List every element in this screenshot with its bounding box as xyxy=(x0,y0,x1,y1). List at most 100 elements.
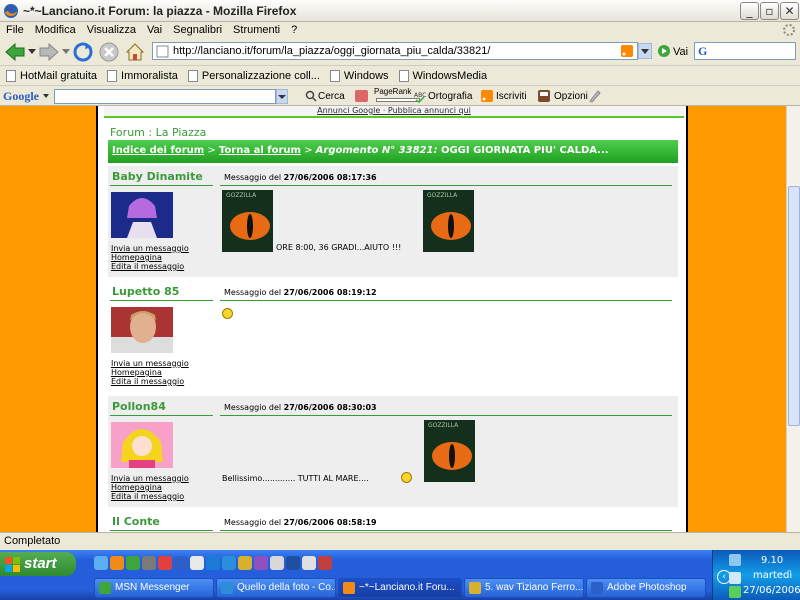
menu-strumenti[interactable]: Strumenti xyxy=(233,24,280,36)
quicklaunch-app-icon[interactable] xyxy=(254,556,268,570)
task-msn-messenger[interactable]: MSN Messenger xyxy=(94,578,214,598)
homepage-link[interactable]: Homepagina xyxy=(111,253,189,262)
google-news-icon[interactable] xyxy=(355,90,368,102)
stop-icon[interactable] xyxy=(98,41,120,63)
google-search-dropdown-icon[interactable] xyxy=(276,89,288,104)
edit-message-link[interactable]: Edita il messaggio xyxy=(111,492,189,501)
url-dropdown-icon[interactable] xyxy=(638,43,652,59)
post-author[interactable]: Baby Dinamite xyxy=(112,170,203,183)
vertical-scrollbar[interactable] xyxy=(786,106,800,532)
start-button[interactable]: start xyxy=(0,552,76,576)
post-author[interactable]: Lupetto 85 xyxy=(112,285,179,298)
author-divider xyxy=(110,415,213,416)
quicklaunch-firefox-icon[interactable] xyxy=(110,556,124,570)
quicklaunch-app-icon[interactable] xyxy=(126,556,140,570)
message-divider xyxy=(220,530,672,531)
window-title: ~*~Lanciano.it Forum: la piazza - Mozill… xyxy=(23,3,297,18)
clock-day: martedì xyxy=(753,570,793,581)
title-bar: ~*~Lanciano.it Forum: la piazza - Mozill… xyxy=(0,0,800,22)
quicklaunch-app-icon[interactable] xyxy=(174,556,188,570)
quicklaunch-app-icon[interactable] xyxy=(142,556,156,570)
quicklaunch-app-icon[interactable] xyxy=(286,556,300,570)
edit-message-link[interactable]: Edita il messaggio xyxy=(111,262,189,271)
send-message-link[interactable]: Invia un messaggio xyxy=(111,474,189,483)
homepage-link[interactable]: Homepagina xyxy=(111,483,189,492)
maximize-button[interactable]: ▫ xyxy=(760,2,779,20)
quicklaunch-word-icon[interactable] xyxy=(190,556,204,570)
menu-vai[interactable]: Vai xyxy=(147,24,162,36)
google-logo[interactable]: Google xyxy=(3,89,39,104)
pagerank-label[interactable]: PageRank xyxy=(374,87,411,96)
breadcrumb-index-link[interactable]: Indice dei forum xyxy=(112,145,204,156)
quicklaunch-app-icon[interactable] xyxy=(270,556,284,570)
google-search-icon[interactable] xyxy=(305,90,317,102)
edit-message-link[interactable]: Edita il messaggio xyxy=(111,377,189,386)
bookmark-icon xyxy=(107,69,118,82)
bookmark-hotmail[interactable]: HotMail gratuita xyxy=(6,69,97,82)
reload-icon[interactable] xyxy=(72,41,94,63)
tray-volume-icon[interactable] xyxy=(729,572,741,584)
minimize-button[interactable]: _ xyxy=(740,2,759,20)
quicklaunch-app-icon[interactable] xyxy=(238,556,252,570)
breadcrumb-back-link[interactable]: Torna al forum xyxy=(219,145,301,156)
go-button[interactable]: Vai xyxy=(673,46,688,58)
send-message-link[interactable]: Invia un messaggio xyxy=(111,244,189,253)
quicklaunch-ie-icon[interactable] xyxy=(206,556,220,570)
forum-title: Forum : La Piazza xyxy=(110,126,207,139)
google-menu-dropdown-icon[interactable] xyxy=(43,94,49,98)
forward-arrow-icon[interactable] xyxy=(38,41,60,63)
iscriviti-button[interactable]: Iscriviti xyxy=(496,91,527,102)
highlight-pen-icon[interactable] xyxy=(588,89,602,103)
quicklaunch-app-icon[interactable] xyxy=(158,556,172,570)
ortografia-button[interactable]: Ortografia xyxy=(428,91,472,102)
scrollbar-thumb[interactable] xyxy=(788,186,800,426)
bookmark-windows[interactable]: Windows xyxy=(329,69,389,82)
menu-modifica[interactable]: Modifica xyxy=(35,24,76,36)
firefox-icon xyxy=(343,582,355,594)
post-links: Invia un messaggio Homepagina Edita il m… xyxy=(111,359,189,386)
task-winamp-tiziano[interactable]: 5. wav Tiziano Ferro... xyxy=(464,578,584,598)
subscribe-rss-icon[interactable] xyxy=(481,90,493,102)
ads-banner[interactable]: Annunci Google · Pubblica annunci qui xyxy=(104,106,684,118)
google-search-input[interactable] xyxy=(54,89,276,104)
menu-help[interactable]: ? xyxy=(291,24,297,36)
post-date: Messaggio del 27/06/2006 08:30:03 xyxy=(224,403,377,412)
quicklaunch-desktop-icon[interactable] xyxy=(94,556,108,570)
task-photo-conversation[interactable]: Quello della foto - Co... xyxy=(216,578,336,598)
bookmark-windowsmedia[interactable]: WindowsMedia xyxy=(398,69,487,82)
rss-feed-icon[interactable] xyxy=(621,45,633,57)
options-icon[interactable] xyxy=(538,90,550,102)
clock-time[interactable]: 9.10 xyxy=(761,555,783,566)
opzioni-button[interactable]: Opzioni xyxy=(554,91,588,102)
homepage-link[interactable]: Homepagina xyxy=(111,368,189,377)
bookmark-personalizzazione[interactable]: Personalizzazione coll... xyxy=(187,69,320,82)
send-message-link[interactable]: Invia un messaggio xyxy=(111,359,189,368)
menu-segnalibri[interactable]: Segnalibri xyxy=(173,24,222,36)
close-button[interactable]: ✕ xyxy=(780,2,799,20)
menu-visualizza[interactable]: Visualizza xyxy=(87,24,136,36)
home-icon[interactable] xyxy=(124,41,146,63)
url-text[interactable]: http://lanciano.it/forum/la_piazza/oggi_… xyxy=(173,45,490,57)
search-input[interactable]: G xyxy=(694,42,796,60)
avatar-photo-man xyxy=(111,307,173,353)
page-viewport[interactable]: Annunci Google · Pubblica annunci qui Fo… xyxy=(0,106,786,532)
tray-network-icon[interactable] xyxy=(729,554,741,566)
tray-msn-icon[interactable] xyxy=(729,586,741,598)
back-arrow-icon[interactable] xyxy=(4,41,26,63)
quicklaunch-app-icon[interactable] xyxy=(222,556,236,570)
back-dropdown-icon[interactable] xyxy=(28,49,36,55)
task-adobe-photoshop[interactable]: Adobe Photoshop xyxy=(586,578,706,598)
go-icon[interactable] xyxy=(657,44,671,58)
google-cerca-button[interactable]: Cerca xyxy=(318,91,345,102)
post-author[interactable]: Il Conte xyxy=(112,515,160,528)
url-bar[interactable]: http://lanciano.it/forum/la_piazza/oggi_… xyxy=(152,42,638,60)
forward-dropdown-icon[interactable] xyxy=(62,49,70,55)
spellcheck-icon[interactable]: ABC xyxy=(414,89,426,103)
quicklaunch-app-icon[interactable] xyxy=(302,556,316,570)
task-firefox-forum[interactable]: ~*~Lanciano.it Foru... xyxy=(338,578,462,598)
post-author[interactable]: Pollon84 xyxy=(112,400,166,413)
quicklaunch-app-icon[interactable] xyxy=(318,556,332,570)
breadcrumb-separator: > xyxy=(300,145,316,156)
menu-file[interactable]: File xyxy=(6,24,24,36)
bookmark-immoralista[interactable]: Immoralista xyxy=(107,69,178,82)
